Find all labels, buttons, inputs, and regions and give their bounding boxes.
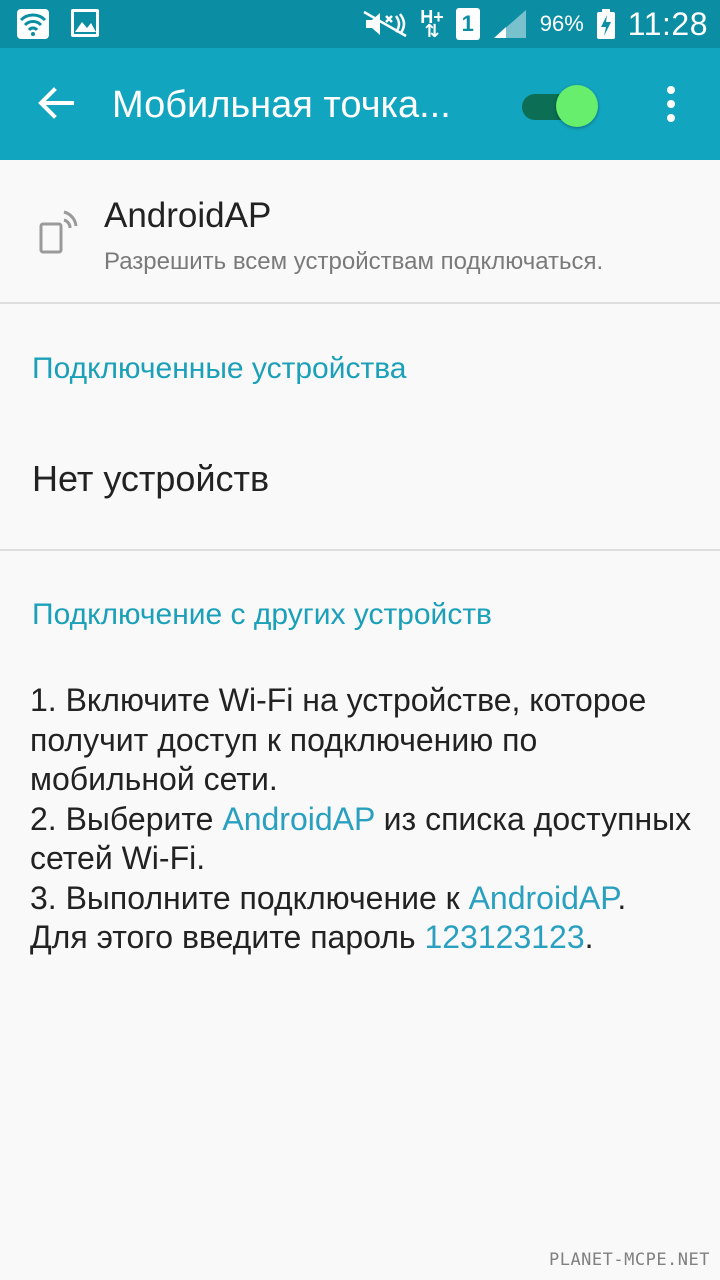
image-notification-icon bbox=[71, 9, 99, 37]
hotspot-toggle[interactable] bbox=[520, 84, 600, 128]
more-options-button[interactable] bbox=[656, 84, 688, 124]
access-point-name: AndroidAP bbox=[104, 196, 272, 235]
network-name-link: AndroidAP bbox=[222, 800, 375, 837]
battery-charging-icon bbox=[596, 9, 615, 39]
instruction-step-2-prefix: 2. Выберите bbox=[30, 800, 223, 837]
dot-icon bbox=[667, 100, 675, 108]
watermark: PLANET-MCPE.NET bbox=[548, 1250, 710, 1270]
instruction-step-3-suffix: . bbox=[617, 879, 627, 916]
instruction-step-1: 1. Включите Wi-Fi на устройстве, которое… bbox=[30, 682, 647, 797]
app-bar: Мобильная точка... bbox=[0, 48, 720, 160]
notification-icons bbox=[16, 8, 100, 40]
access-point-subtitle: Разрешить всем устройствам подключаться. bbox=[104, 248, 604, 275]
back-button[interactable] bbox=[32, 80, 80, 128]
wifi-icon bbox=[17, 9, 49, 39]
instruction-password-prefix: Для этого введите пароль bbox=[30, 919, 425, 955]
status-bar: H+ ⇅ 1 96% 11:28 bbox=[0, 0, 720, 48]
hotspot-device-icon bbox=[39, 210, 78, 254]
signal-icon bbox=[493, 10, 526, 38]
dot-icon bbox=[667, 86, 675, 94]
battery-percent: 96% bbox=[539, 11, 584, 36]
instructions-text: 1. Включите Wi-Fi на устройстве, которое… bbox=[30, 681, 710, 958]
access-point-item[interactable]: AndroidAP Разрешить всем устройствам под… bbox=[0, 160, 720, 304]
connected-devices-header: Подключенные устройства bbox=[32, 352, 407, 385]
instruction-password-suffix: . bbox=[584, 919, 594, 955]
clock: 11:28 bbox=[627, 5, 708, 42]
connect-other-devices-header: Подключение с других устройств bbox=[32, 598, 492, 631]
system-icons: H+ ⇅ 1 96% 11:28 bbox=[362, 4, 708, 44]
password-value: 123123123 bbox=[424, 919, 585, 955]
sim-slot-label: 1 bbox=[461, 11, 474, 36]
dot-icon bbox=[667, 114, 675, 122]
no-devices-text: Нет устройств bbox=[32, 458, 270, 499]
page-title: Мобильная точка... bbox=[112, 84, 451, 126]
arrow-left-icon bbox=[38, 87, 74, 119]
toggle-thumb bbox=[556, 85, 598, 127]
data-activity-icon: H+ ⇅ bbox=[420, 8, 444, 40]
sim-icon: 1 bbox=[455, 8, 480, 40]
network-name-link: AndroidAP bbox=[468, 879, 618, 916]
divider bbox=[0, 549, 720, 551]
mute-icon bbox=[363, 10, 407, 38]
instruction-step-3-prefix: 3. Выполните подключение к bbox=[30, 879, 469, 916]
